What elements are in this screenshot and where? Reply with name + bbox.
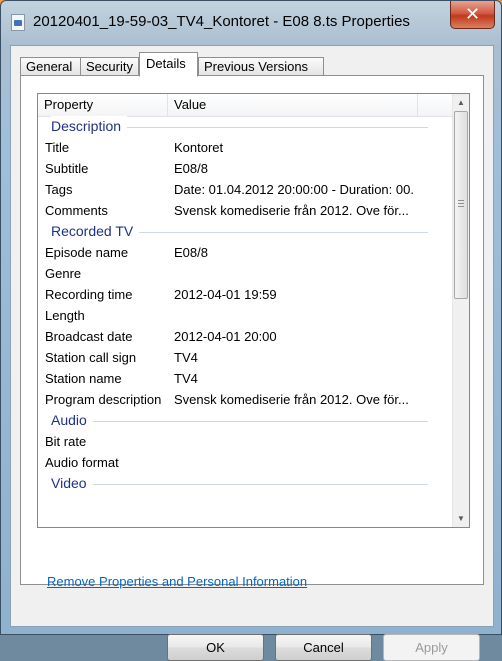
table-row[interactable]: Recording time 2012-04-01 19:59 (38, 284, 452, 305)
file-icon (11, 14, 25, 31)
table-row[interactable]: Title Kontoret (38, 137, 452, 158)
group-label: Video (51, 473, 93, 494)
table-row[interactable]: Tags Date: 01.04.2012 20:00:00 - Duration… (38, 179, 452, 200)
property-name: Length (45, 308, 85, 323)
cancel-button[interactable]: Cancel (275, 634, 372, 661)
property-name: Station call sign (45, 350, 137, 365)
table-row[interactable]: Episode name E08/8 (38, 242, 452, 263)
group-header: Description (38, 116, 452, 137)
scrollbar-thumb[interactable] (454, 111, 468, 299)
group-divider (51, 421, 428, 422)
column-header-property[interactable]: Property (38, 94, 168, 116)
property-value: E08/8 (174, 245, 208, 260)
group-label: Recorded TV (51, 221, 140, 242)
table-row[interactable]: Station call sign TV4 (38, 347, 452, 368)
table-row[interactable]: Broadcast date 2012-04-01 20:00 (38, 326, 452, 347)
properties-window: 20120401_19-59-03_TV4_Kontoret - E08 8.t… (0, 0, 502, 661)
column-header-value[interactable]: Value (168, 94, 418, 116)
property-name: Program description (45, 392, 162, 407)
property-value: Date: 01.04.2012 20:00:00 - Duration: 00… (174, 182, 414, 197)
property-value: Svensk komediserie från 2012. Ove för... (174, 203, 409, 218)
property-value: 2012-04-01 19:59 (174, 287, 277, 302)
tab-security[interactable]: Security (80, 57, 139, 76)
tab-previous-versions[interactable]: Previous Versions (198, 57, 324, 76)
property-name: Subtitle (45, 161, 89, 176)
group-label: Audio (51, 410, 93, 431)
scroll-up-arrow-icon[interactable]: ▲ (453, 94, 469, 111)
table-row[interactable]: Program description Svensk komediserie fr… (38, 389, 452, 410)
property-value: TV4 (174, 371, 198, 386)
property-value: Svensk komediserie från 2012. Ove för... (174, 392, 409, 407)
group-divider (51, 484, 428, 485)
details-panel: Property Value Description Title Kontoret S… (20, 75, 484, 589)
property-name: Title (45, 140, 70, 155)
remove-properties-link[interactable]: Remove Properties and Personal Informati… (47, 574, 307, 589)
table-row[interactable]: Comments Svensk komediserie från 2012. Ov… (38, 200, 452, 221)
property-name: Tags (45, 182, 73, 197)
dialog-body: General Security Details Previous Versio… (10, 45, 494, 661)
property-name: Recording time (45, 287, 133, 302)
property-value: 2012-04-01 20:00 (174, 329, 277, 344)
title-bar[interactable]: 20120401_19-59-03_TV4_Kontoret - E08 8.t… (1, 1, 501, 45)
list-header: Property Value (38, 94, 452, 117)
table-row[interactable]: Station name TV4 (38, 368, 452, 389)
property-rows: Description Title Kontoret Subtitle E08/8 Tag… (38, 116, 452, 494)
tab-details[interactable]: Details (139, 52, 198, 77)
scroll-down-arrow-icon[interactable]: ▼ (453, 510, 469, 527)
property-value: E08/8 (174, 161, 208, 176)
group-label: Description (51, 116, 128, 137)
grip-icon (458, 200, 464, 208)
apply-button[interactable]: Apply (383, 634, 480, 661)
property-name: Bit rate (45, 434, 87, 449)
group-header: Video (38, 473, 452, 494)
table-row[interactable]: Length (38, 305, 452, 326)
window-title: 20120401_19-59-03_TV4_Kontoret - E08 8.t… (33, 13, 410, 30)
table-row[interactable]: Genre (38, 263, 452, 284)
close-button[interactable]: ✕ (450, 1, 495, 29)
property-list[interactable]: Property Value Description Title Kontoret S… (37, 93, 470, 528)
property-name: Episode name (45, 245, 129, 260)
property-value: TV4 (174, 350, 198, 365)
table-row[interactable]: Bit rate (38, 431, 452, 452)
property-value: Kontoret (174, 140, 224, 155)
property-name: Station name (45, 371, 122, 386)
property-name: Comments (45, 203, 108, 218)
group-header: Recorded TV (38, 221, 452, 242)
property-name: Broadcast date (45, 329, 133, 344)
vertical-scrollbar[interactable]: ▲ ▼ (452, 94, 469, 527)
property-name: Audio format (45, 455, 119, 470)
ok-button[interactable]: OK (167, 634, 264, 661)
group-header: Audio (38, 410, 452, 431)
table-row[interactable]: Subtitle E08/8 (38, 158, 452, 179)
tab-general[interactable]: General (20, 57, 81, 76)
table-row[interactable]: Audio format (38, 452, 452, 473)
property-name: Genre (45, 266, 82, 281)
